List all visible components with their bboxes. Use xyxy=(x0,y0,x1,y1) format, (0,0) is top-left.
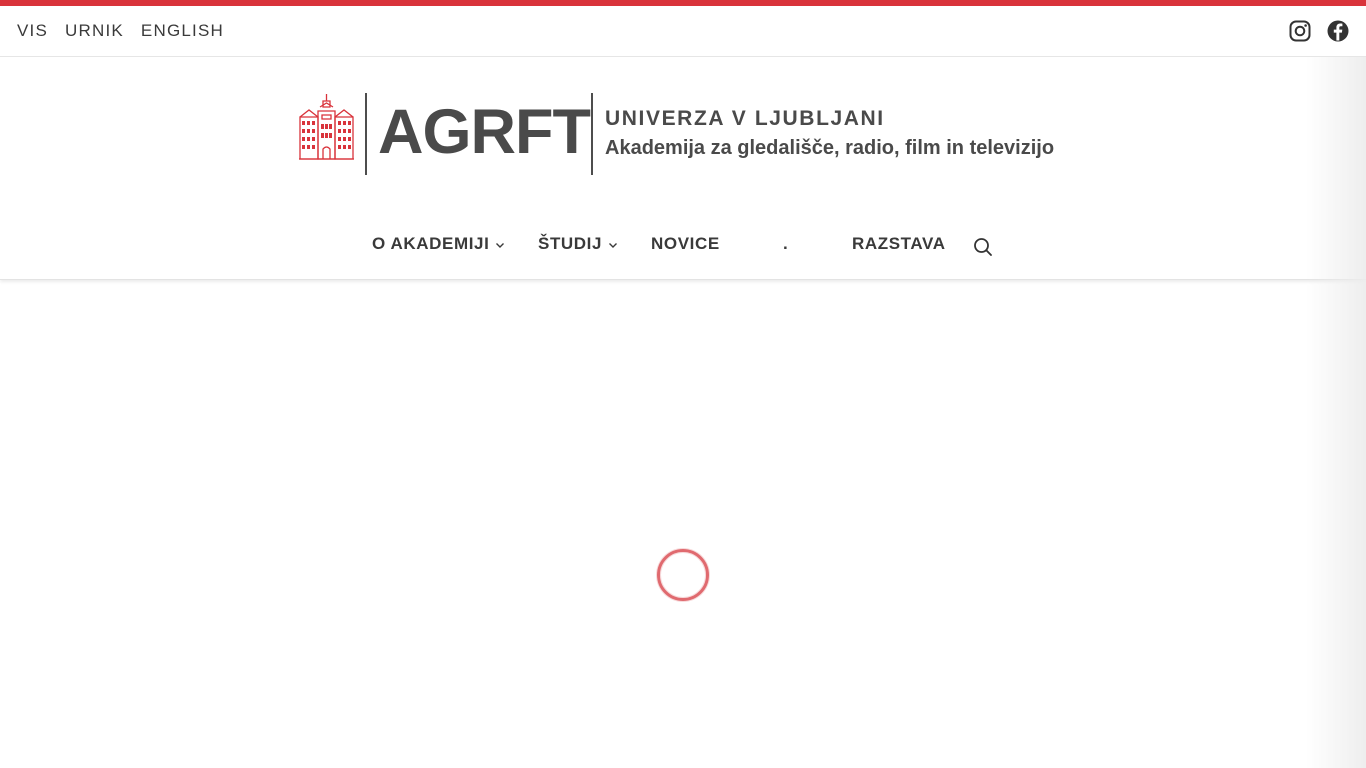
logo-acronym: AGRFT xyxy=(378,97,591,167)
site-header: AGRFT UNIVERZA V LJUBLJANI Akademija za … xyxy=(0,57,1366,280)
nav-item-studij[interactable]: ŠTUDIJ xyxy=(538,233,618,255)
logo-academy-name: Akademija za gledališče, radio, film in … xyxy=(605,137,1055,159)
nav-item-razstava[interactable]: RAZSTAVA xyxy=(852,233,946,255)
loading-spinner xyxy=(657,549,709,601)
nav-item-label: O AKADEMIJI xyxy=(372,234,490,253)
logo-divider-left xyxy=(365,93,367,175)
utility-links: VIS URNIK ENGLISH xyxy=(17,21,241,41)
building-icon xyxy=(299,94,354,160)
nav-item-label: RAZSTAVA xyxy=(852,234,946,253)
nav-item-label: ŠTUDIJ xyxy=(538,234,603,253)
facebook-icon[interactable] xyxy=(1326,19,1350,43)
search-icon[interactable] xyxy=(973,237,993,257)
nav-item-label: NOVICE xyxy=(651,234,720,253)
nav-item-label: . xyxy=(783,234,789,253)
social-links xyxy=(1288,19,1350,43)
nav-item-novice[interactable]: NOVICE xyxy=(651,233,720,255)
link-urnik[interactable]: URNIK xyxy=(65,21,124,41)
logo-university-name: UNIVERZA V LJUBLJANI xyxy=(605,107,885,130)
site-logo[interactable]: AGRFT UNIVERZA V LJUBLJANI Akademija za … xyxy=(298,91,1078,175)
logo-divider-right xyxy=(591,93,593,175)
link-vis[interactable]: VIS xyxy=(17,21,48,41)
chevron-down-icon xyxy=(609,243,618,248)
nav-item-o-akademiji[interactable]: O AKADEMIJI xyxy=(372,233,505,255)
nav-item-dot[interactable]: . xyxy=(783,233,788,255)
instagram-icon[interactable] xyxy=(1288,19,1312,43)
chevron-down-icon xyxy=(496,243,505,248)
link-english[interactable]: ENGLISH xyxy=(141,21,224,41)
top-utility-bar: VIS URNIK ENGLISH xyxy=(0,6,1366,57)
